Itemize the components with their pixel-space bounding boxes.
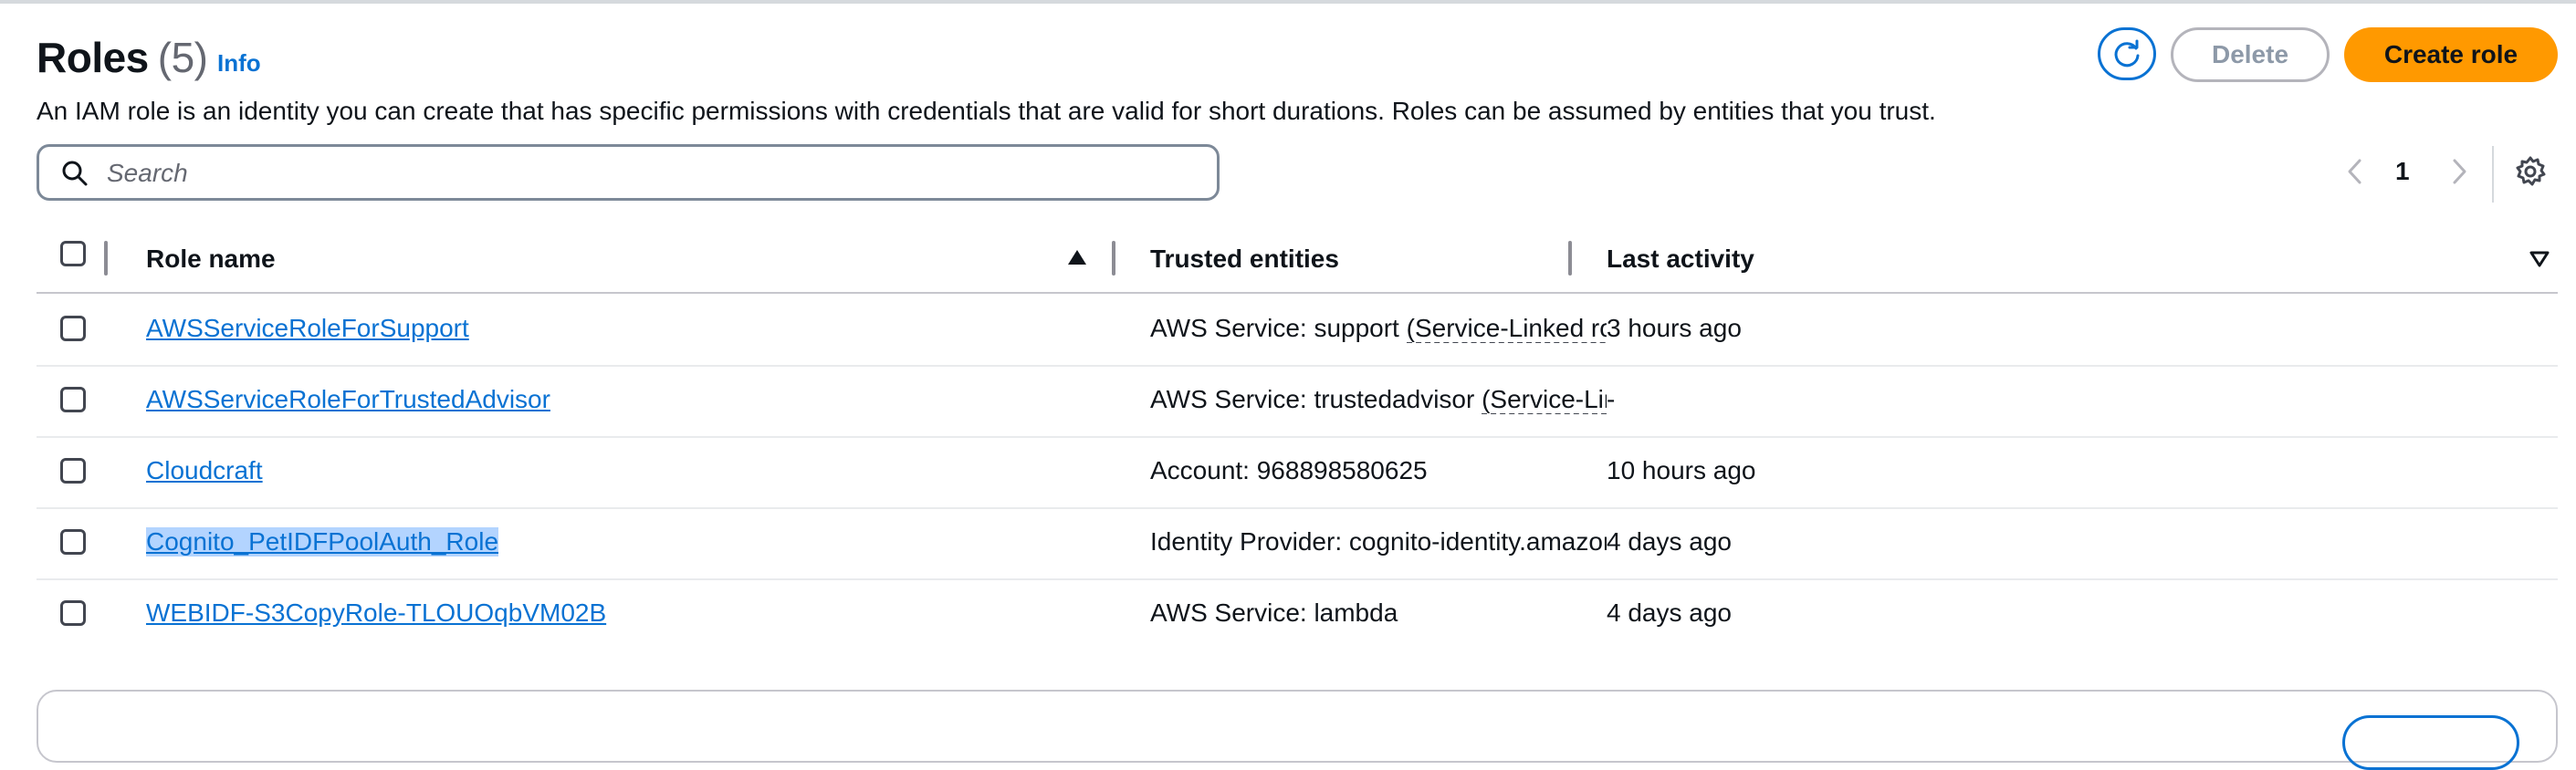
column-header-last-activity[interactable]: Last activity <box>1607 245 1754 274</box>
refresh-button[interactable] <box>2098 27 2156 80</box>
roles-count: (5) <box>157 34 208 81</box>
column-divider[interactable] <box>1112 241 1115 276</box>
trusted-entity: Account: 968898580625 <box>1150 456 1607 485</box>
last-activity: 3 hours ago <box>1607 314 1742 342</box>
page-title: Roles (5) <box>37 33 208 82</box>
page-title-text: Roles <box>37 34 149 81</box>
table-row: WEBIDF-S3CopyRole-TLOUOqbVM02B AWS Servi… <box>37 578 2558 650</box>
table-row: AWSServiceRoleForTrustedAdvisor AWS Serv… <box>37 365 2558 438</box>
trusted-entity-text: AWS Service: lambda <box>1150 598 1398 627</box>
gear-icon[interactable] <box>2514 155 2547 188</box>
pagination-divider <box>2492 146 2494 203</box>
table-row: AWSServiceRoleForSupport AWS Service: su… <box>37 294 2558 367</box>
role-name-link[interactable]: Cognito_PetIDFPoolAuth_Role <box>146 527 499 557</box>
page-description: An IAM role is an identity you can creat… <box>37 97 1936 125</box>
trusted-entity-text: Identity Provider: cognito-identity.amaz… <box>1150 527 1607 556</box>
chevron-right-icon[interactable] <box>2446 155 2472 188</box>
row-checkbox[interactable] <box>60 529 86 555</box>
sort-ascending-icon[interactable] <box>1066 248 1088 266</box>
delete-button[interactable]: Delete <box>2171 27 2330 82</box>
trusted-entity: AWS Service: trustedadvisor (Service-Lin… <box>1150 385 1607 414</box>
page-number[interactable]: 1 <box>2395 157 2410 186</box>
row-checkbox[interactable] <box>60 458 86 484</box>
top-divider <box>0 0 2576 4</box>
trusted-entity: AWS Service: support (Service-Linked rol… <box>1150 314 1607 343</box>
role-name-link[interactable]: AWSServiceRoleForTrustedAdvisor <box>146 385 550 414</box>
column-divider[interactable] <box>104 241 108 276</box>
last-activity: - <box>1607 385 1616 413</box>
role-name-link[interactable]: WEBIDF-S3CopyRole-TLOUOqbVM02B <box>146 598 606 628</box>
chevron-left-icon[interactable] <box>2342 155 2368 188</box>
column-header-trusted-entities[interactable]: Trusted entities <box>1150 245 1339 274</box>
row-checkbox[interactable] <box>60 387 86 412</box>
service-linked-tooltip[interactable]: (Service-Linked role) <box>1482 385 1607 414</box>
service-linked-tooltip[interactable]: (Service-Linked role) <box>1406 314 1607 343</box>
refresh-icon <box>2114 39 2140 68</box>
last-activity: 4 days ago <box>1607 598 1732 627</box>
sort-indicator-icon[interactable] <box>2529 250 2550 268</box>
info-link[interactable]: Info <box>217 49 261 78</box>
select-all-checkbox[interactable] <box>60 241 86 266</box>
create-role-button[interactable]: Create role <box>2344 27 2558 82</box>
trusted-entity-text: AWS Service: trustedadvisor <box>1150 385 1482 413</box>
trusted-entity: Identity Provider: cognito-identity.amaz… <box>1150 527 1607 557</box>
table-row: Cognito_PetIDFPoolAuth_Role Identity Pro… <box>37 507 2558 580</box>
column-divider[interactable] <box>1568 241 1572 276</box>
row-checkbox[interactable] <box>60 316 86 341</box>
role-name-link[interactable]: Cloudcraft <box>146 456 263 485</box>
search-box[interactable] <box>37 144 1220 201</box>
panel-action-button[interactable] <box>2342 715 2519 770</box>
last-activity: 4 days ago <box>1607 527 1732 556</box>
trusted-entity: AWS Service: lambda <box>1150 598 1607 628</box>
next-panel <box>37 690 2558 770</box>
row-checkbox[interactable] <box>60 600 86 626</box>
search-icon <box>62 161 88 186</box>
table-header: Role name Trusted entities Last activity <box>37 234 2558 294</box>
trusted-entity-text: AWS Service: support <box>1150 314 1407 342</box>
column-header-role-name[interactable]: Role name <box>146 245 276 274</box>
search-input[interactable] <box>105 154 1186 192</box>
last-activity: 10 hours ago <box>1607 456 1756 484</box>
table-row: Cloudcraft Account: 968898580625 10 hour… <box>37 436 2558 509</box>
trusted-entity-text: Account: 968898580625 <box>1150 456 1428 484</box>
role-name-link[interactable]: AWSServiceRoleForSupport <box>146 314 469 343</box>
